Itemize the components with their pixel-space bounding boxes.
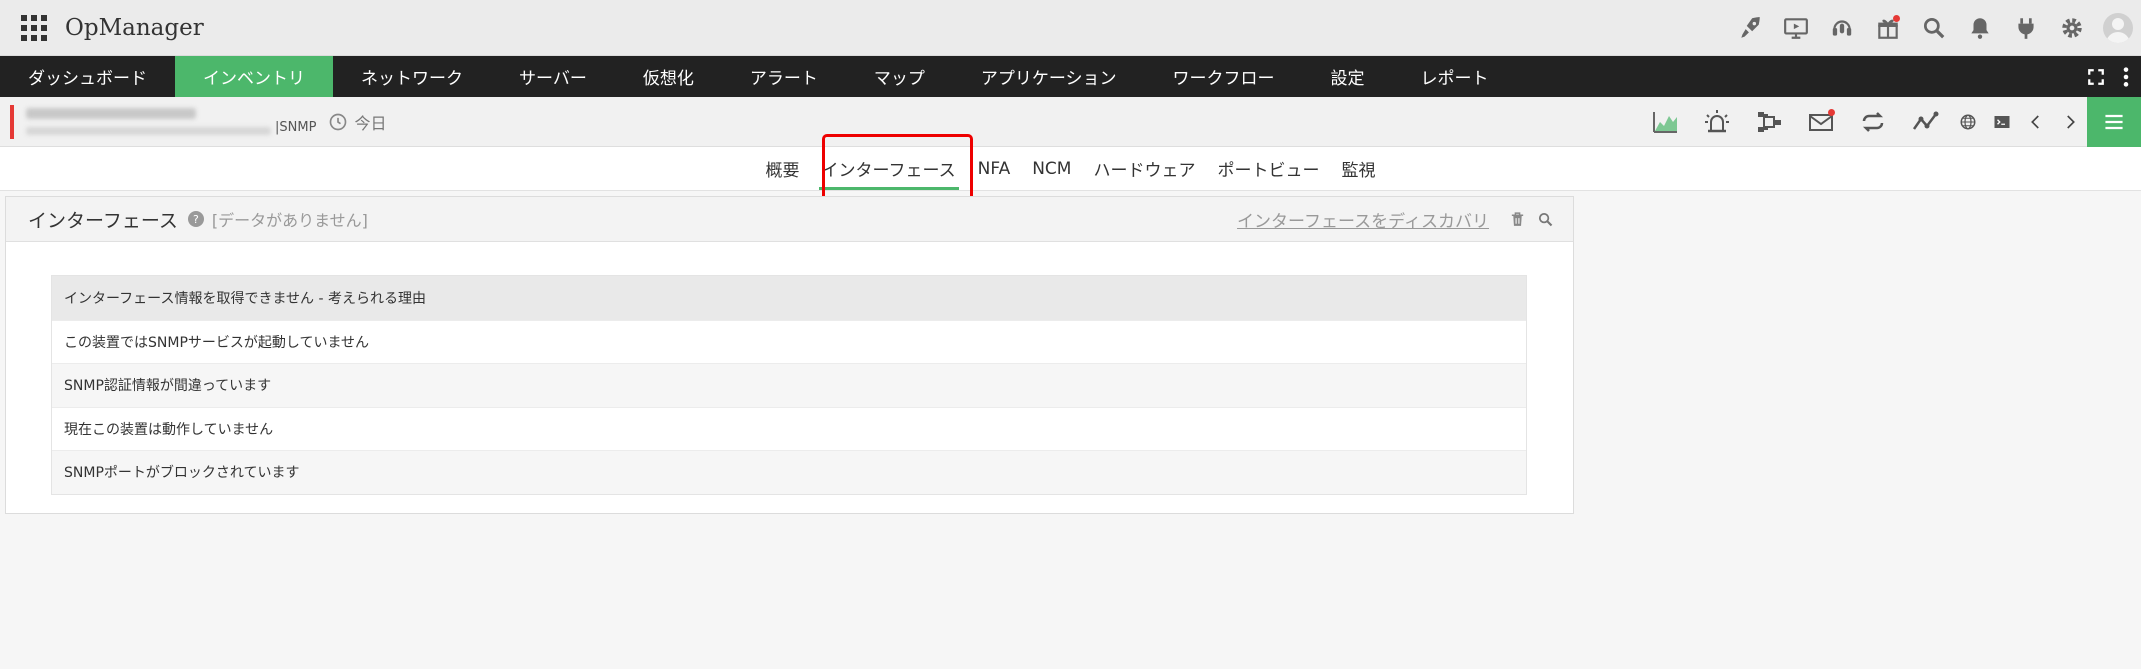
nav-item-maps[interactable]: マップ (846, 56, 953, 97)
nav-item-reports[interactable]: レポート (1393, 56, 1517, 97)
presentation-icon[interactable] (1773, 0, 1819, 56)
discover-interfaces-link[interactable]: インターフェースをディスカバリ (1237, 207, 1489, 232)
tab-monitors[interactable]: 監視 (1330, 147, 1386, 190)
rocket-icon[interactable] (1727, 0, 1773, 56)
device-protocol: |SNMP (275, 120, 317, 135)
tab-nfa[interactable]: NFA (967, 147, 1022, 190)
nav-item-workflow[interactable]: ワークフロー (1145, 56, 1303, 97)
tab-port-view[interactable]: ポートビュー (1206, 147, 1330, 190)
main-nav: ダッシュボード インベントリ ネットワーク サーバー 仮想化 アラート マップ … (0, 56, 2141, 97)
mail-icon[interactable] (1795, 97, 1847, 147)
panel-header: インターフェース ? [データがありません] インターフェースをディスカバリ (6, 197, 1573, 242)
app-title: OpManager (65, 14, 204, 41)
nav-item-servers[interactable]: サーバー (491, 56, 615, 97)
fullscreen-icon[interactable] (2081, 68, 2111, 86)
terminal-icon[interactable] (1985, 97, 2019, 147)
no-data-label: [データがありません] (211, 211, 368, 230)
table-header: インターフェース情報を取得できません - 考えられる理由 (52, 276, 1526, 320)
panel-title: インターフェース (28, 209, 178, 232)
nav-item-settings[interactable]: 設定 (1303, 56, 1393, 97)
failure-reasons-table: インターフェース情報を取得できません - 考えられる理由 この装置ではSNMPサ… (51, 275, 1527, 495)
nav-item-virtualization[interactable]: 仮想化 (615, 56, 722, 97)
time-range-selector[interactable]: 今日 (328, 110, 386, 134)
app-grid-icon[interactable] (21, 14, 47, 41)
device-bar: |SNMP 今日 (0, 97, 2141, 147)
nav-item-applications[interactable]: アプリケーション (953, 56, 1145, 97)
support-headset-icon[interactable] (1819, 0, 1865, 56)
bell-icon[interactable] (1957, 0, 2003, 56)
tab-interfaces[interactable]: インターフェース (811, 147, 967, 190)
tab-hardware[interactable]: ハードウェア (1082, 147, 1206, 190)
plug-icon[interactable] (2003, 0, 2049, 56)
table-row: 現在この装置は動作していません (52, 406, 1526, 450)
trash-icon[interactable] (1503, 211, 1531, 228)
nav-item-alerts[interactable]: アラート (722, 56, 846, 97)
device-toolbar (1639, 97, 2141, 147)
tab-ncm[interactable]: NCM (1021, 147, 1082, 190)
device-status-indicator (10, 104, 14, 139)
top-toolbar (1727, 0, 2141, 56)
notification-dot (1828, 109, 1835, 116)
device-sub-tabs: 概要 インターフェース NFA NCM ハードウェア ポートビュー 監視 (0, 147, 2141, 191)
table-row: この装置ではSNMPサービスが起動していません (52, 319, 1526, 363)
interfaces-panel: インターフェース ? [データがありません] インターフェースをディスカバリ イ… (5, 196, 1574, 514)
clock-icon (330, 113, 347, 130)
chevron-left-icon[interactable] (2019, 97, 2053, 147)
avatar (2103, 13, 2133, 43)
area-chart-icon[interactable] (1639, 97, 1691, 147)
gear-icon[interactable] (2049, 0, 2095, 56)
gift-icon[interactable] (1865, 0, 1911, 56)
nav-item-inventory[interactable]: インベントリ (175, 56, 333, 97)
device-name (26, 108, 271, 135)
nav-item-network[interactable]: ネットワーク (333, 56, 491, 97)
topology-icon[interactable] (1743, 97, 1795, 147)
chevron-right-icon[interactable] (2053, 97, 2087, 147)
globe-icon[interactable] (1951, 97, 1985, 147)
user-avatar[interactable] (2095, 0, 2141, 56)
top-header: OpManager (0, 0, 2141, 56)
alarm-siren-icon[interactable] (1691, 97, 1743, 147)
nav-item-dashboard[interactable]: ダッシュボード (0, 56, 175, 97)
hamburger-menu-icon[interactable] (2087, 97, 2141, 147)
notification-dot (1893, 15, 1900, 22)
more-vertical-icon[interactable] (2111, 66, 2141, 88)
search-icon[interactable] (1531, 211, 1559, 228)
tab-summary[interactable]: 概要 (755, 147, 811, 190)
table-row: SNMP認証情報が間違っています (52, 363, 1526, 407)
help-icon[interactable]: ? (187, 211, 204, 227)
search-icon[interactable] (1911, 0, 1957, 56)
table-row: SNMPポートがブロックされています (52, 450, 1526, 494)
time-range-label: 今日 (354, 113, 387, 133)
line-graph-icon[interactable] (1899, 97, 1951, 147)
sync-loop-icon[interactable] (1847, 97, 1899, 147)
